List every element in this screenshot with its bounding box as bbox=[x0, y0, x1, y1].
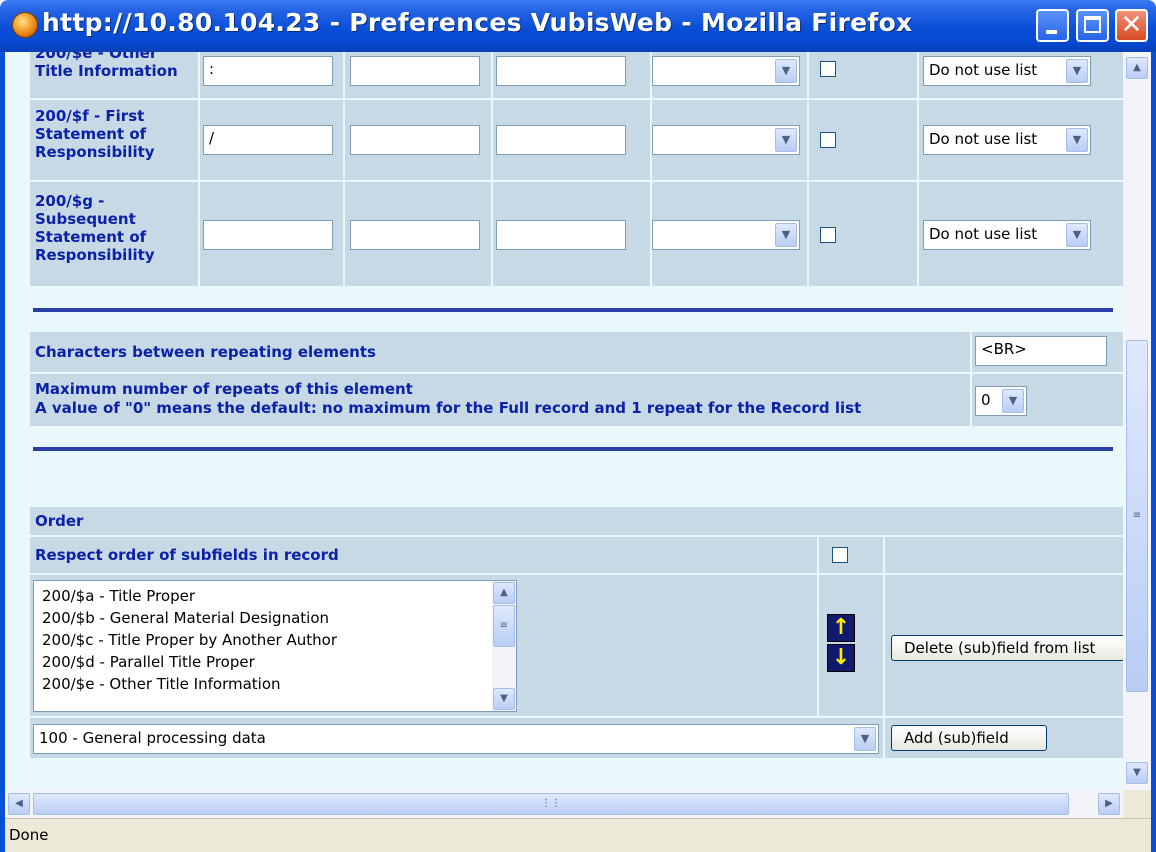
suffix-input[interactable] bbox=[350, 56, 480, 86]
list-item[interactable]: 200/$c - Title Proper by Another Author bbox=[42, 631, 337, 649]
scrollbar-corner bbox=[1123, 790, 1151, 818]
order-heading: Order bbox=[35, 512, 84, 530]
scroll-thumb[interactable]: ≡ bbox=[1126, 340, 1148, 692]
chevron-down-icon: ▼ bbox=[1066, 223, 1088, 247]
list-select[interactable]: Do not use list ▼ bbox=[923, 125, 1091, 155]
section-divider bbox=[33, 447, 1113, 451]
chevron-down-icon: ▼ bbox=[1066, 59, 1088, 83]
scroll-right-icon[interactable]: ▶ bbox=[1098, 793, 1120, 815]
scroll-thumb[interactable]: ⋮⋮ bbox=[33, 793, 1069, 815]
page-horizontal-scrollbar[interactable]: ◀ ⋮⋮ ▶ bbox=[5, 790, 1123, 818]
window-title-bar[interactable]: http://10.80.104.23 - Preferences VubisW… bbox=[0, 0, 1156, 52]
move-up-button[interactable]: ↑ bbox=[827, 614, 855, 642]
row-checkbox[interactable] bbox=[820, 227, 836, 243]
add-subfield-select[interactable]: 100 - General processing data ▼ bbox=[33, 724, 879, 754]
status-text: Done bbox=[9, 826, 49, 844]
subfield-listbox[interactable]: 200/$a - Title Proper 200/$b - General M… bbox=[33, 580, 517, 712]
respect-order-label: Respect order of subfields in record bbox=[35, 546, 339, 564]
list-select[interactable]: Do not use list ▼ bbox=[923, 220, 1091, 250]
chevron-down-icon: ▼ bbox=[854, 727, 876, 751]
prefix-input[interactable]: / bbox=[203, 125, 333, 155]
chevron-down-icon: ▼ bbox=[775, 128, 797, 152]
chevron-down-icon: ▼ bbox=[775, 59, 797, 83]
maximize-button[interactable] bbox=[1076, 9, 1109, 42]
chevron-down-icon: ▼ bbox=[1066, 128, 1088, 152]
text-input[interactable] bbox=[496, 56, 626, 86]
chars-between-label: Characters between repeating elements bbox=[35, 343, 376, 361]
respect-order-checkbox[interactable] bbox=[832, 547, 848, 563]
scroll-thumb[interactable]: ≡ bbox=[493, 605, 515, 647]
max-repeats-note: A value of "0" means the default: no max… bbox=[35, 399, 862, 417]
chevron-down-icon: ▼ bbox=[775, 223, 797, 247]
list-item[interactable]: 200/$d - Parallel Title Proper bbox=[42, 653, 255, 671]
list-select[interactable]: Do not use list ▼ bbox=[923, 56, 1091, 86]
listbox-scrollbar[interactable]: ▲ ≡ ▼ bbox=[492, 581, 516, 711]
format-select[interactable]: ▼ bbox=[652, 220, 800, 250]
max-repeats-label: Maximum number of repeats of this elemen… bbox=[35, 380, 413, 398]
up-arrow-icon: ↑ bbox=[831, 615, 851, 640]
maximize-icon bbox=[1084, 16, 1101, 33]
max-repeats-row: Maximum number of repeats of this elemen… bbox=[30, 374, 970, 426]
move-down-button[interactable]: ↓ bbox=[827, 644, 855, 672]
text-input[interactable] bbox=[496, 125, 626, 155]
subfield-label-cell: 200/$f - First Statement of Responsibili… bbox=[30, 100, 198, 180]
minimize-button[interactable] bbox=[1036, 9, 1069, 42]
close-button[interactable]: ✕ bbox=[1115, 9, 1148, 42]
prefix-input[interactable] bbox=[203, 220, 333, 250]
page-content: 200/$e - Other Title Information : ▼ Do … bbox=[5, 52, 1123, 790]
suffix-input[interactable] bbox=[350, 125, 480, 155]
minimize-icon bbox=[1046, 30, 1057, 34]
scroll-up-icon[interactable]: ▲ bbox=[493, 582, 515, 604]
section-divider bbox=[33, 308, 1113, 312]
order-heading-row: Order bbox=[30, 507, 1123, 535]
max-repeats-select[interactable]: 0 ▼ bbox=[975, 386, 1027, 416]
scroll-down-icon[interactable]: ▼ bbox=[1126, 762, 1148, 784]
subfield-label-cell: 200/$g - Subsequent Statement of Respons… bbox=[30, 182, 198, 286]
delete-subfield-button[interactable]: Delete (sub)field from list bbox=[891, 635, 1123, 661]
window-frame-right bbox=[1151, 52, 1156, 852]
page-vertical-scrollbar[interactable]: ▲ ≡ ▼ bbox=[1123, 52, 1151, 790]
row-checkbox[interactable] bbox=[820, 132, 836, 148]
prefix-input[interactable]: : bbox=[203, 56, 333, 86]
scroll-down-icon[interactable]: ▼ bbox=[493, 688, 515, 710]
respect-order-row: Respect order of subfields in record bbox=[30, 537, 817, 573]
row-checkbox[interactable] bbox=[820, 61, 836, 77]
suffix-input[interactable] bbox=[350, 220, 480, 250]
firefox-icon bbox=[12, 12, 38, 38]
list-item[interactable]: 200/$b - General Material Designation bbox=[42, 609, 329, 627]
chevron-down-icon: ▼ bbox=[1002, 389, 1024, 413]
chars-between-row: Characters between repeating elements bbox=[30, 332, 970, 372]
text-input[interactable] bbox=[496, 220, 626, 250]
scroll-left-icon[interactable]: ◀ bbox=[8, 793, 30, 815]
subfield-label: 200/$e - Other Title Information bbox=[35, 52, 178, 80]
subfield-label: 200/$f - First Statement of Responsibili… bbox=[35, 107, 155, 161]
subfield-label-cell: 200/$e - Other Title Information bbox=[30, 52, 198, 98]
list-item[interactable]: 200/$e - Other Title Information bbox=[42, 675, 281, 693]
status-bar: Done bbox=[5, 818, 1151, 852]
list-item[interactable]: 200/$a - Title Proper bbox=[42, 587, 195, 605]
down-arrow-icon: ↓ bbox=[831, 645, 851, 670]
subfield-label: 200/$g - Subsequent Statement of Respons… bbox=[35, 192, 155, 264]
close-icon: ✕ bbox=[1120, 10, 1143, 40]
chars-between-input[interactable]: <BR> bbox=[975, 336, 1107, 366]
format-select[interactable]: ▼ bbox=[652, 125, 800, 155]
scroll-up-icon[interactable]: ▲ bbox=[1126, 57, 1148, 79]
format-select[interactable]: ▼ bbox=[652, 56, 800, 86]
window-title: http://10.80.104.23 - Preferences VubisW… bbox=[42, 8, 913, 37]
add-subfield-button[interactable]: Add (sub)field bbox=[891, 725, 1047, 751]
